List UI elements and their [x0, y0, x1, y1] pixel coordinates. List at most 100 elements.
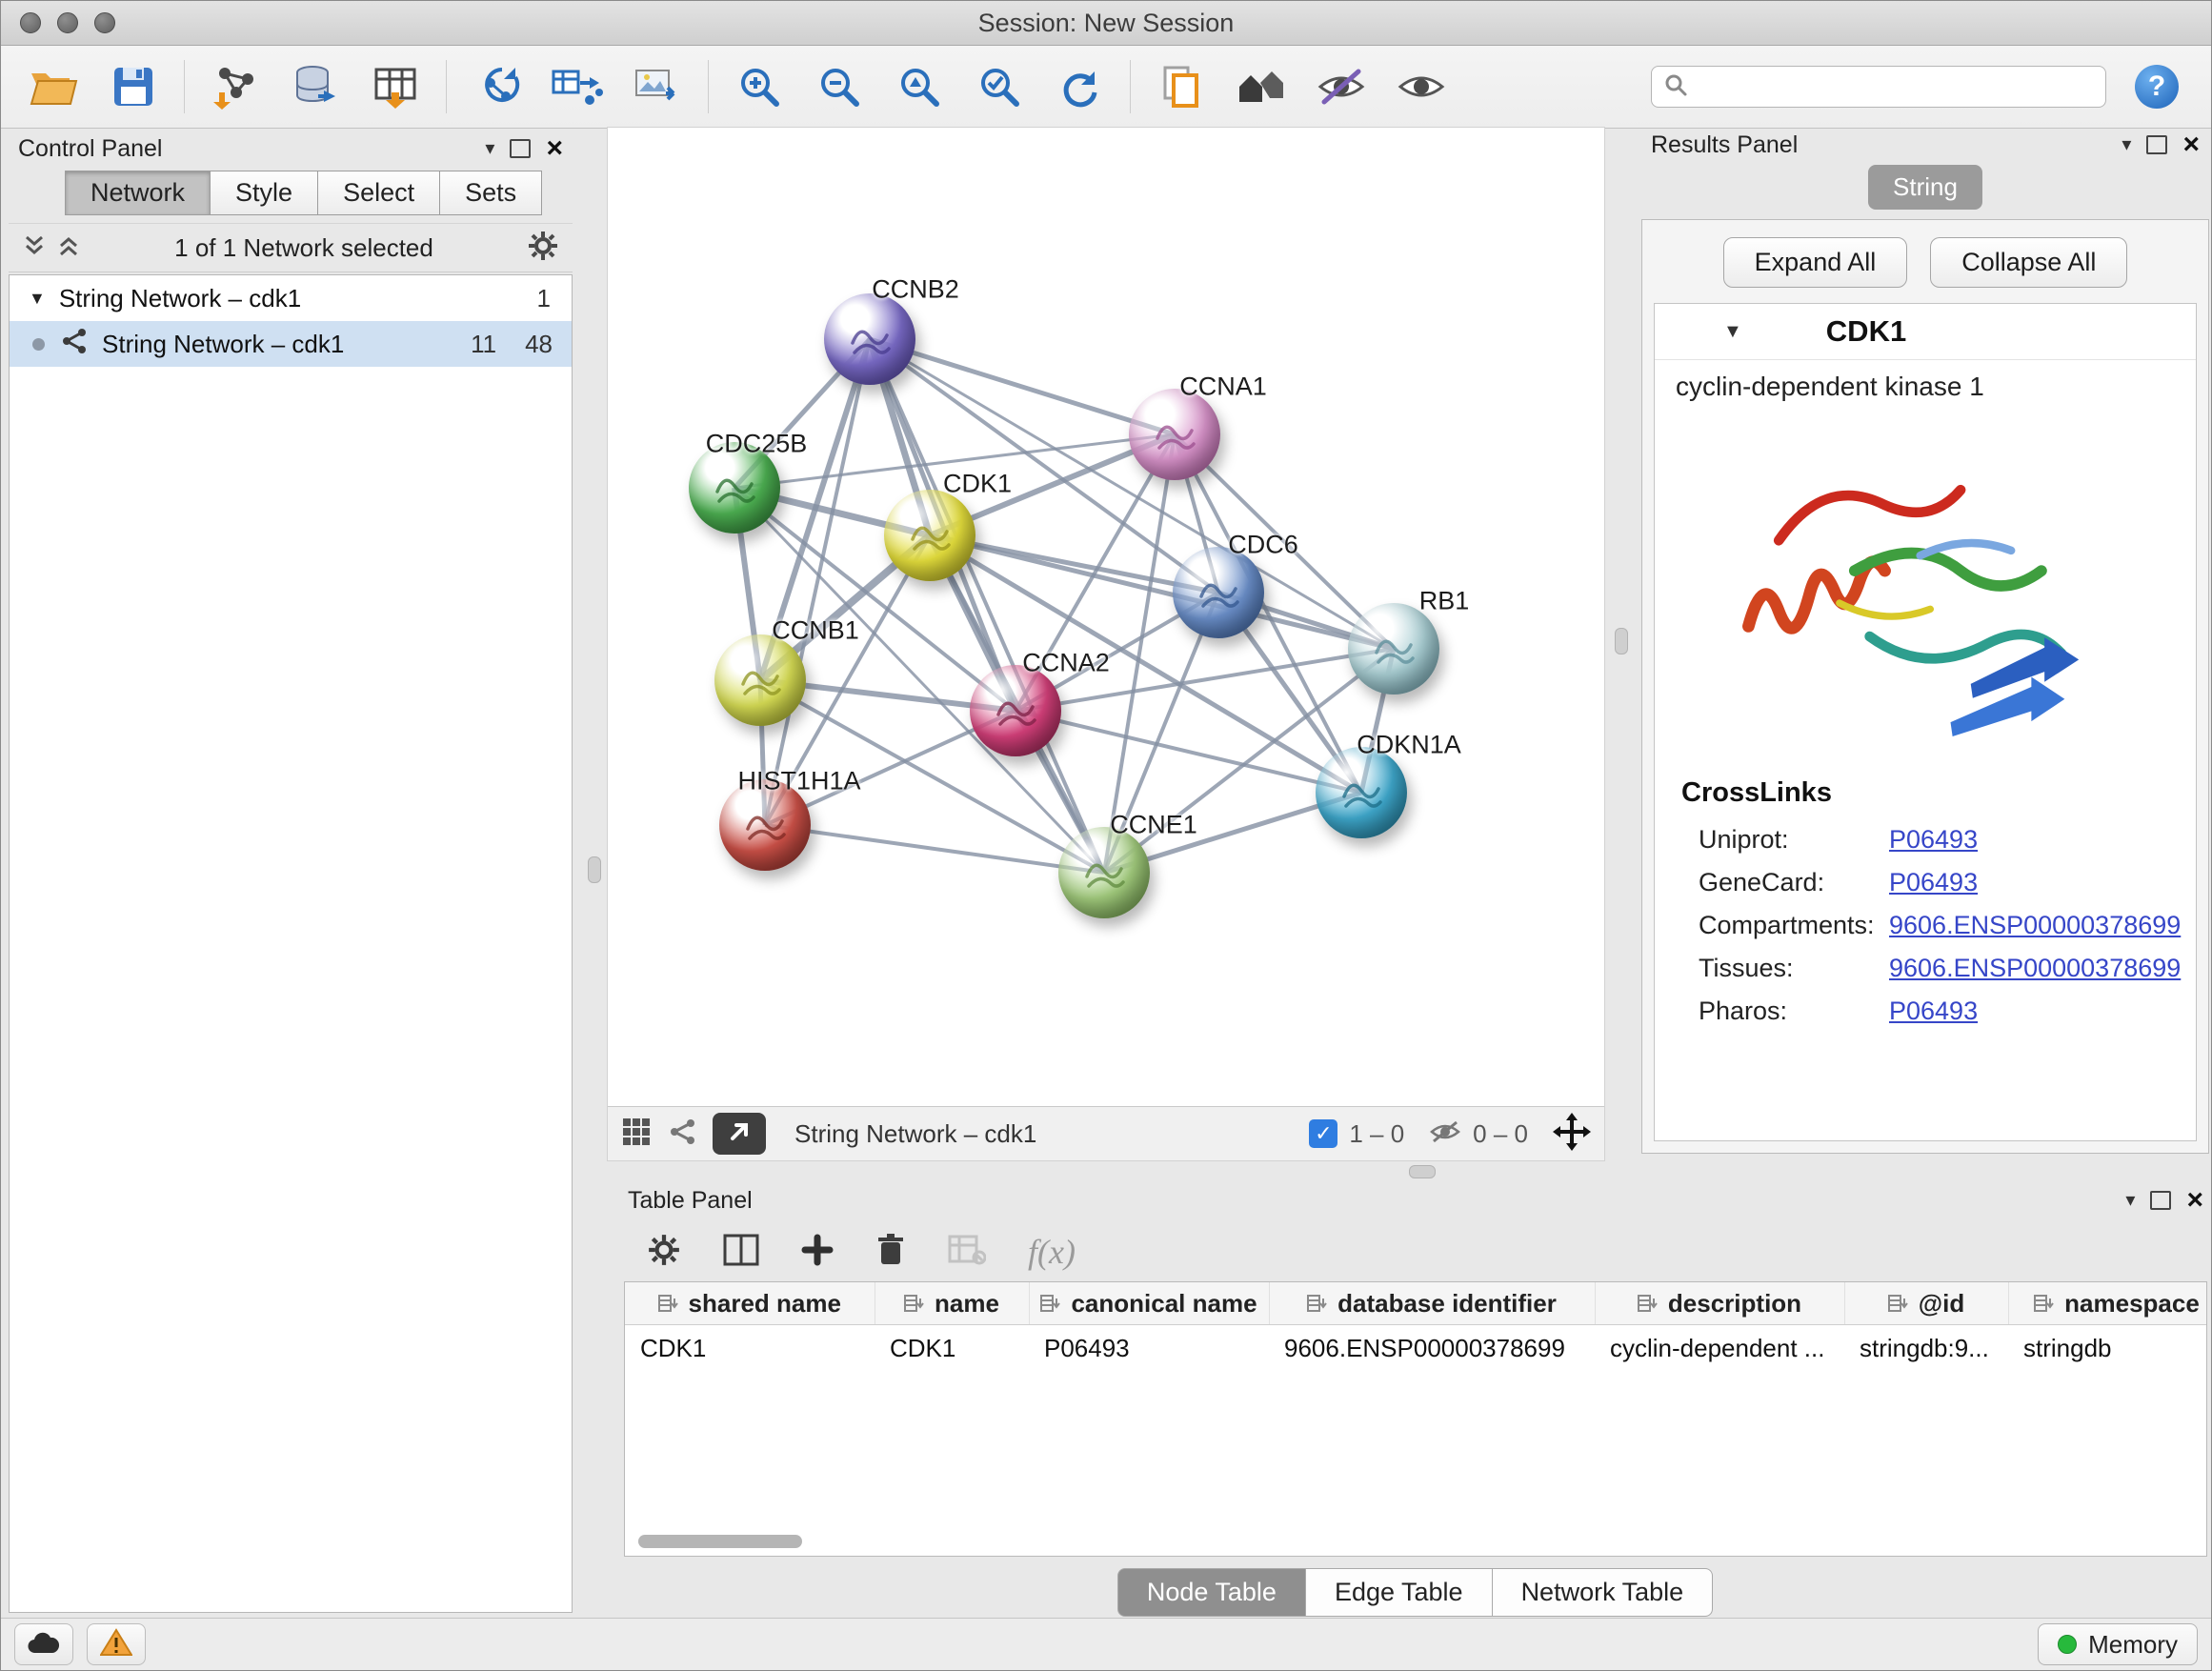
collapse-all-icon[interactable]: [22, 233, 47, 263]
detach-view-button[interactable]: [713, 1113, 766, 1155]
column-header[interactable]: database identifier: [1269, 1282, 1595, 1325]
save-session-button[interactable]: [96, 54, 171, 119]
horizontal-scrollbar-thumb[interactable]: [638, 1535, 802, 1548]
column-header[interactable]: canonical name: [1029, 1282, 1269, 1325]
panel-menu-caret-icon[interactable]: ▾: [485, 139, 494, 158]
network-node-CDK1[interactable]: [884, 490, 975, 581]
close-panel-icon[interactable]: ×: [2186, 1186, 2203, 1215]
cell-shared-name[interactable]: CDK1: [625, 1325, 875, 1372]
expand-all-icon[interactable]: [56, 233, 81, 263]
show-columns-icon[interactable]: [723, 1234, 759, 1271]
crosslink-row: Compartments: 9606.ENSP00000378699: [1655, 904, 2196, 947]
section-collapse-caret-icon[interactable]: ▼: [1723, 322, 1742, 341]
network-from-table-button[interactable]: [540, 54, 614, 119]
add-column-plus-icon[interactable]: [801, 1234, 834, 1271]
collection-expand-caret-icon[interactable]: ▼: [29, 289, 46, 309]
column-header[interactable]: description: [1595, 1282, 1844, 1325]
panel-menu-caret-icon[interactable]: ▾: [2122, 135, 2131, 154]
cell-name[interactable]: CDK1: [875, 1325, 1029, 1372]
network-row[interactable]: String Network – cdk1 11 48: [10, 321, 572, 367]
tab-network-table[interactable]: Network Table: [1492, 1568, 1714, 1617]
zoom-selected-button[interactable]: [962, 54, 1036, 119]
cell-description[interactable]: cyclin-dependent ...: [1595, 1325, 1844, 1372]
import-network-from-file-button[interactable]: [198, 54, 272, 119]
column-header[interactable]: shared name: [625, 1282, 875, 1325]
import-network-from-database-button[interactable]: [278, 54, 352, 119]
warnings-button[interactable]: [87, 1623, 146, 1665]
crosslink-link[interactable]: P06493: [1889, 997, 1978, 1026]
expand-all-button[interactable]: Expand All: [1723, 237, 1908, 288]
refresh-button[interactable]: [1042, 54, 1116, 119]
splitter-handle[interactable]: [1615, 628, 1628, 654]
tab-network[interactable]: Network: [65, 171, 211, 215]
column-header[interactable]: @id: [1844, 1282, 2008, 1325]
search-input[interactable]: [1698, 71, 2094, 103]
cell-canonical-name[interactable]: P06493: [1029, 1325, 1269, 1372]
open-session-button[interactable]: [16, 54, 90, 119]
results-panel: Results Panel ▾ × String Expand All Coll…: [1641, 127, 2209, 1154]
splitter-handle[interactable]: [1409, 1165, 1436, 1178]
close-panel-icon[interactable]: ×: [546, 134, 563, 163]
float-panel-icon[interactable]: [2150, 1191, 2171, 1210]
zoom-fit-button[interactable]: [882, 54, 956, 119]
network-node-CDKN1A[interactable]: [1316, 747, 1407, 838]
network-list: ▼ String Network – cdk1 1 String Network…: [9, 274, 573, 1613]
collapse-all-button[interactable]: Collapse All: [1930, 237, 2127, 288]
column-header[interactable]: name: [875, 1282, 1029, 1325]
tab-sets[interactable]: Sets: [439, 171, 542, 215]
show-view-button[interactable]: [1384, 54, 1458, 119]
import-table-from-file-button[interactable]: [358, 54, 432, 119]
tab-edge-table[interactable]: Edge Table: [1305, 1568, 1493, 1617]
cell-database-identifier[interactable]: 9606.ENSP00000378699: [1269, 1325, 1595, 1372]
tab-style[interactable]: Style: [210, 171, 318, 215]
network-node-CCNB1[interactable]: [714, 634, 806, 726]
network-collection-row[interactable]: ▼ String Network – cdk1 1: [10, 275, 572, 321]
string-tab-badge[interactable]: String: [1868, 165, 1982, 210]
hide-view-button[interactable]: [1304, 54, 1378, 119]
diagonal-arrow-icon: [727, 1119, 752, 1149]
hidden-eye-slash-icon[interactable]: [1429, 1118, 1461, 1150]
help-button[interactable]: ?: [2135, 65, 2179, 109]
float-panel-icon[interactable]: [2146, 135, 2167, 154]
protein-section-header[interactable]: ▼ CDK1: [1655, 304, 2196, 360]
table-row[interactable]: CDK1 CDK1 P06493 9606.ENSP00000378699 cy…: [625, 1325, 2207, 1372]
copy-document-button[interactable]: [1144, 54, 1218, 119]
delete-column-trash-icon[interactable]: [875, 1233, 906, 1272]
move-crosshair-icon[interactable]: [1553, 1113, 1591, 1156]
cloud-status-button[interactable]: [14, 1623, 73, 1665]
cell-id[interactable]: stringdb:9...: [1844, 1325, 2008, 1372]
column-header[interactable]: namespace: [2008, 1282, 2207, 1325]
network-node-CCNA1[interactable]: [1129, 389, 1220, 480]
network-node-CDC6[interactable]: [1173, 547, 1264, 638]
splitter-handle[interactable]: [588, 856, 601, 883]
network-node-CCNA2[interactable]: [970, 665, 1061, 756]
gear-icon[interactable]: [527, 230, 559, 267]
home-views-button[interactable]: [1224, 54, 1298, 119]
grid-view-icon[interactable]: [621, 1117, 652, 1152]
panel-menu-caret-icon[interactable]: ▾: [2125, 1191, 2135, 1210]
tab-select[interactable]: Select: [317, 171, 440, 215]
crosslink-link[interactable]: P06493: [1889, 868, 1978, 897]
cell-namespace[interactable]: stringdb: [2008, 1325, 2207, 1372]
memory-button[interactable]: Memory: [2038, 1623, 2198, 1665]
close-panel-icon[interactable]: ×: [2182, 131, 2200, 159]
network-node-RB1[interactable]: [1348, 603, 1439, 695]
network-node-CCNE1[interactable]: [1058, 827, 1150, 918]
new-network-button[interactable]: [460, 54, 534, 119]
network-edge[interactable]: [870, 339, 1175, 434]
float-panel-icon[interactable]: [510, 139, 531, 158]
zoom-out-button[interactable]: [802, 54, 876, 119]
network-node-CCNB2[interactable]: [824, 293, 915, 385]
zoom-in-button[interactable]: [722, 54, 796, 119]
network-edge[interactable]: [765, 825, 1104, 873]
crosslink-link[interactable]: 9606.ENSP00000378699: [1889, 954, 2181, 983]
export-image-button[interactable]: [620, 54, 694, 119]
network-canvas[interactable]: CCNB2CCNA1CDC25BCDK1CDC6RB1CCNB1CCNA2CDK…: [608, 128, 1604, 1106]
table-settings-gear-icon[interactable]: [647, 1233, 681, 1272]
selected-nodes-checkbox-icon[interactable]: ✓: [1309, 1119, 1337, 1148]
network-edge[interactable]: [870, 339, 1104, 873]
tab-node-table[interactable]: Node Table: [1117, 1568, 1306, 1617]
crosslink-link[interactable]: 9606.ENSP00000378699: [1889, 911, 2181, 940]
network-view-share-icon[interactable]: [667, 1117, 697, 1152]
crosslink-link[interactable]: P06493: [1889, 825, 1978, 855]
